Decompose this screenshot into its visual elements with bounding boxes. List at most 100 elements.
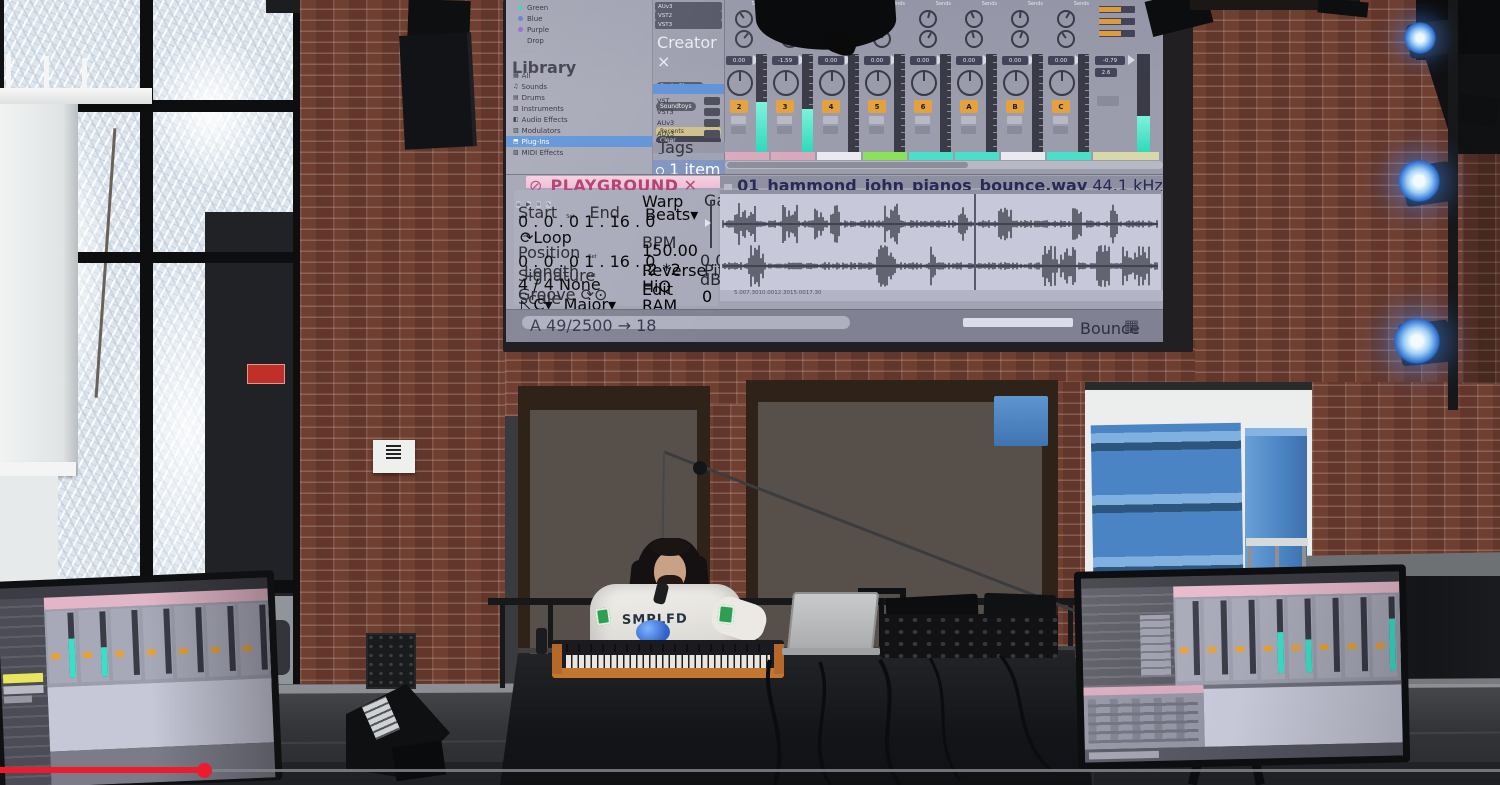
send-knob [735, 30, 753, 48]
browser-item: ▨MIDI Effects [506, 147, 652, 158]
browser-item-icon: ▦ [513, 72, 519, 79]
ruler-tick: 7.30 [746, 290, 758, 296]
pan-knob [1049, 70, 1075, 96]
video-progress-filled[interactable] [0, 767, 204, 773]
pan-knob [911, 70, 937, 96]
sends-label: Sends [982, 1, 997, 7]
browser-item: ⬒Plug-Ins [506, 136, 652, 147]
level-meter [894, 54, 905, 154]
video-progress-track[interactable] [0, 769, 1500, 772]
track-color-band [909, 152, 953, 160]
ruler-tick: 12.30 [774, 290, 790, 296]
master-volume-value: -0.79 [1095, 56, 1125, 65]
browser-color-label: Purple [506, 24, 652, 35]
solo-button [1053, 116, 1068, 124]
browser-panel: GreenBluePurpleDrop Library ▦All♫Sounds▤… [506, 0, 653, 174]
browser-item: ▤Drums [506, 92, 652, 103]
gain-slider-thumb [705, 219, 711, 227]
waveform-display [720, 190, 1161, 290]
track-activator: 2 [730, 100, 748, 113]
video-frame[interactable]: GreenBluePurpleDrop Library ▦All♫Sounds▤… [0, 0, 1500, 785]
solo-button [869, 116, 884, 124]
waveform-playhead [974, 194, 976, 290]
mixer-channel: Sends0.00B [1001, 0, 1045, 168]
pan-knob [727, 70, 753, 96]
pan-knob [773, 70, 799, 96]
track-activator: A [960, 100, 978, 113]
video-progress-handle[interactable] [197, 763, 212, 778]
browser-item-icon: ▧ [513, 105, 519, 112]
send-knob [1057, 30, 1075, 48]
master-channel: -0.792.6 [1093, 0, 1159, 168]
pan-knob [819, 70, 845, 96]
plugin-row: VST [653, 95, 724, 106]
blue-bin-small [994, 396, 1048, 446]
pan-knob [1003, 70, 1029, 96]
level-meter [986, 54, 997, 154]
track-color-band [1001, 152, 1045, 160]
level-meter [756, 54, 767, 154]
sleeve-patch [595, 607, 611, 626]
pan-knob [957, 70, 983, 96]
browser-item: ▥Modulators [506, 125, 652, 136]
plugin-row: VST3 [653, 106, 724, 117]
white-qr-sign [373, 440, 415, 473]
ruler-tick: 15.00 [790, 290, 806, 296]
plugin-badge [704, 108, 720, 116]
railing-post [500, 600, 505, 688]
arm-button [1053, 126, 1068, 134]
plugin-badge [704, 119, 720, 127]
plugin-format-filter: VST3 [655, 20, 722, 29]
browser-item-icon: ◧ [513, 116, 519, 123]
level-meter [1032, 54, 1043, 154]
browser-item-icon: ⬒ [513, 138, 519, 145]
laptop-base [782, 648, 880, 655]
browser-item-icon: ▤ [513, 94, 519, 101]
sends-label: Sends [1074, 1, 1089, 7]
browser-item: ▧Instruments [506, 103, 652, 114]
browser-color-label: Blue [506, 13, 652, 24]
browser-item: ▦All [506, 70, 652, 81]
mixer-channel: Sends0.00C [1047, 0, 1091, 168]
browser-item: ♫Sounds [506, 81, 652, 92]
track-color-band [955, 152, 999, 160]
sends-label: Sends [936, 1, 951, 7]
mixer-channel: Sends0.00A [955, 0, 999, 168]
browser-item-icon: ♫ [513, 83, 518, 90]
level-meter [848, 54, 859, 154]
track-activator: 5 [868, 100, 886, 113]
arm-button [961, 126, 976, 134]
hiq-button: HiQ [642, 277, 671, 296]
sends-label: Sends [1028, 1, 1043, 7]
tree-trunk [95, 128, 117, 398]
master-send-slider [1099, 18, 1135, 25]
level-meter [802, 54, 813, 154]
fader-grip-icon [1128, 55, 1135, 65]
hanging-speaker [399, 32, 477, 150]
send-knob [965, 30, 983, 48]
solo-button [823, 116, 838, 124]
browser-color-label: Drop [506, 35, 652, 46]
arm-button [869, 126, 884, 134]
meter-fill [756, 102, 767, 154]
master-send-slider [1099, 30, 1135, 37]
warp-button: Warp [642, 192, 700, 202]
status-bar: A 49/2500 → 18 Bounce ▦ [506, 309, 1163, 342]
window-corner-shadow [266, 0, 302, 13]
bpm-value: 150.00 [642, 241, 698, 260]
browser-item-icon: ▥ [513, 127, 519, 134]
plugin-format-filter: VST2 [655, 11, 722, 20]
browser-items: ▦All♫Sounds▤Drums▧Instruments◧Audio Effe… [506, 70, 652, 158]
send-knob [1011, 10, 1029, 28]
plugin-badge [704, 97, 720, 105]
browser-color-labels: GreenBluePurpleDrop [506, 2, 652, 46]
browser-filter-panel: AUv3VST2VST3 Creator × Sonic ChargeSound… [653, 0, 725, 174]
midi-keyboard [552, 640, 784, 678]
mini-shelf-cap [996, 448, 1046, 460]
browser-item-icon: ▨ [513, 149, 519, 156]
volume-value: 0.00 [1002, 56, 1028, 65]
send-knob [1011, 30, 1029, 48]
arm-button [777, 126, 792, 134]
right-monitor-screen [1081, 571, 1403, 762]
arm-button [915, 126, 930, 134]
